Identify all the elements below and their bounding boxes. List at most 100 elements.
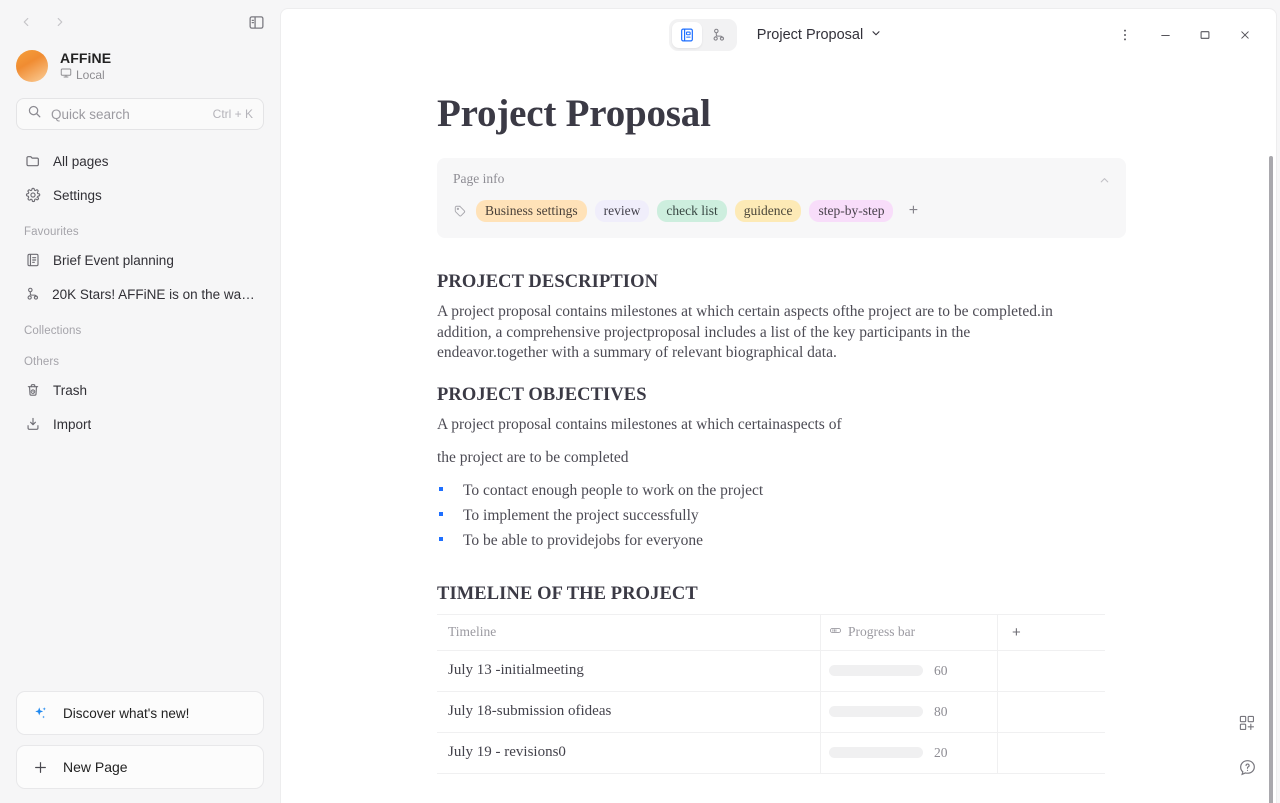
tag-chip[interactable]: review (594, 200, 650, 222)
more-vertical-icon[interactable] (1106, 19, 1144, 51)
bullet-marker (437, 511, 463, 520)
progress-bar[interactable]: 20 (829, 745, 948, 761)
forward-arrow-icon[interactable] (46, 8, 74, 36)
list-item-label: To be able to providejobs for everyone (463, 531, 703, 549)
back-arrow-icon[interactable] (12, 8, 40, 36)
table-cell-progress[interactable]: 80 (821, 691, 998, 732)
sidebar-item-import[interactable]: Import (12, 407, 268, 441)
document-header: Project Proposal (281, 9, 1276, 61)
close-icon[interactable] (1226, 19, 1264, 51)
table-cell-timeline[interactable]: July 13 -initialmeeting (437, 650, 821, 691)
table-cell-progress[interactable]: 60 (821, 650, 998, 691)
sidebar-section-collections: Collections (24, 325, 82, 337)
edgeless-icon (24, 286, 41, 302)
sidebar-item-trash[interactable]: Trash (12, 373, 268, 407)
sidebar-item-brief-event-planning[interactable]: Brief Event planning (12, 243, 268, 277)
table-row[interactable]: July 18-submission ofideas 80 (437, 691, 1105, 733)
new-page-button[interactable]: New Page (16, 745, 264, 789)
list-item[interactable]: To be able to providejobs for everyone (437, 532, 1126, 557)
sidebar-toggle-icon[interactable] (242, 8, 270, 36)
quick-search-input[interactable]: Quick search Ctrl + K (16, 98, 264, 130)
sidebar-item-settings[interactable]: Settings (12, 178, 268, 212)
add-block-icon[interactable] (1232, 708, 1262, 738)
table-header-cell-timeline[interactable]: Timeline (437, 614, 821, 650)
table-cell-empty[interactable] (998, 692, 1105, 732)
chevron-down-icon (870, 27, 882, 43)
help-icon[interactable] (1232, 752, 1262, 782)
workspace-sync-label: Local (76, 67, 105, 82)
table-cell-timeline[interactable]: July 19 - revisions0 (437, 732, 821, 773)
discover-label: Discover what's new! (63, 705, 190, 721)
sidebar: AFFiNE Local Quick search Ctrl + K All p… (0, 0, 280, 803)
floating-action-buttons (1232, 708, 1262, 782)
workspace-sync-status: Local (60, 67, 111, 82)
sidebar-item-label: Brief Event planning (53, 252, 174, 268)
progress-value: 60 (934, 662, 948, 678)
table-cell-timeline[interactable]: July 18-submission ofideas (437, 691, 821, 732)
table-header-cell-progress[interactable]: Progress bar (821, 614, 998, 650)
sparkle-icon (17, 705, 63, 722)
cell-value: July 19 - revisions0 (448, 744, 566, 760)
progress-bar[interactable]: 80 (829, 704, 948, 720)
progress-bar[interactable]: 60 (829, 663, 948, 679)
heading-project-objectives[interactable]: PROJECT OBJECTIVES (437, 385, 1126, 406)
column-header-label: Progress bar (848, 624, 916, 639)
sidebar-item-all-pages[interactable]: All pages (12, 144, 268, 178)
table-cell-empty[interactable] (998, 651, 1105, 691)
sidebar-item-20k-stars[interactable]: 20K Stars! AFFiNE is on the way t... (12, 277, 268, 311)
document-content: Project Proposal Page info Business sett… (281, 61, 1276, 774)
sidebar-topbar (0, 0, 280, 44)
list-item[interactable]: To implement the project successfully (437, 507, 1126, 532)
sidebar-item-label: Settings (53, 187, 102, 203)
main-wrapper: Project Proposal Project Proposal Page i… (280, 0, 1280, 803)
sidebar-bottom: Discover what's new! New Page (0, 691, 280, 803)
paragraph-project-description[interactable]: A project proposal contains milestones a… (437, 302, 1077, 364)
paragraph-objectives-2[interactable]: the project are to be completed (437, 448, 1077, 469)
workspace-avatar (16, 50, 48, 82)
tag-chip[interactable]: guidence (734, 200, 802, 222)
heading-project-description[interactable]: PROJECT DESCRIPTION (437, 272, 1126, 293)
tag-chip[interactable]: step-by-step (809, 200, 894, 222)
vertical-scrollbar[interactable] (1269, 156, 1273, 803)
timeline-table: Timeline Progress bar + July 13 -initial… (437, 613, 1105, 774)
table-header-row: Timeline Progress bar + (437, 614, 1105, 651)
page-info-tags-row: Business settings review check list guid… (453, 200, 1110, 222)
page-mode-icon[interactable] (671, 22, 702, 48)
table-row[interactable]: July 13 -initialmeeting 60 (437, 650, 1105, 692)
objectives-bullet-list: To contact enough people to work on the … (437, 482, 1126, 557)
discover-whats-new-button[interactable]: Discover what's new! (16, 691, 264, 735)
sidebar-item-label: All pages (53, 153, 109, 169)
maximize-icon[interactable] (1186, 19, 1224, 51)
folder-icon (24, 153, 42, 169)
editor-mode-switch[interactable] (668, 19, 737, 51)
heading-timeline[interactable]: TIMELINE OF THE PROJECT (437, 584, 1126, 605)
header-doc-title[interactable]: Project Proposal (751, 23, 888, 47)
quick-search-shortcut: Ctrl + K (212, 107, 253, 121)
monitor-icon (60, 67, 72, 82)
bullet-marker (437, 486, 463, 495)
tag-chip[interactable]: check list (657, 200, 727, 222)
paragraph-objectives-1[interactable]: A project proposal contains milestones a… (437, 415, 1077, 436)
table-cell-empty[interactable] (998, 733, 1105, 773)
progress-icon (829, 624, 842, 641)
chevron-up-icon[interactable] (1092, 168, 1116, 192)
edgeless-mode-icon[interactable] (704, 22, 734, 48)
list-item-label: To implement the project successfully (463, 506, 699, 524)
search-icon (27, 104, 42, 124)
table-cell-progress[interactable]: 20 (821, 732, 998, 773)
minimize-icon[interactable] (1146, 19, 1184, 51)
tag-chip[interactable]: Business settings (476, 200, 587, 222)
sidebar-item-label: Import (53, 416, 92, 432)
table-row[interactable]: July 19 - revisions0 20 (437, 732, 1105, 774)
quick-search-placeholder: Quick search (51, 106, 130, 122)
workspace-selector[interactable]: AFFiNE Local (0, 44, 280, 92)
page-title[interactable]: Project Proposal (437, 61, 1126, 158)
list-item[interactable]: To contact enough people to work on the … (437, 482, 1126, 507)
sidebar-section-favourites: Favourites (24, 226, 79, 238)
table-add-column-button[interactable]: + (998, 615, 1105, 650)
add-tag-button[interactable]: + (903, 201, 923, 221)
document-body: Project Proposal Page info Business sett… (281, 61, 1276, 803)
plus-icon (17, 759, 63, 776)
